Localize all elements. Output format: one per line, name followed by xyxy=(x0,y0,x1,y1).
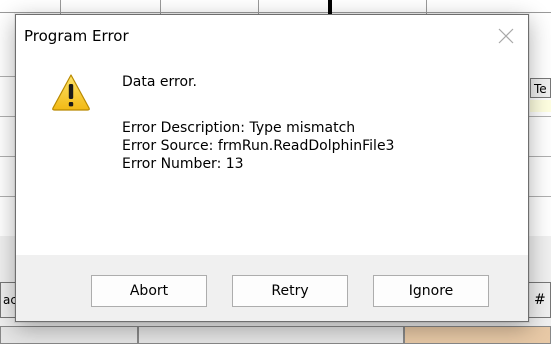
abort-button[interactable]: Abort xyxy=(91,275,207,307)
warning-icon xyxy=(51,73,91,111)
background-tab-active[interactable] xyxy=(404,326,551,344)
grid-line xyxy=(0,76,16,77)
error-description: Error Description: Type mismatch xyxy=(122,120,356,136)
dialog-titlebar[interactable]: Program Error xyxy=(16,15,528,59)
error-number: Error Number: 13 xyxy=(122,156,244,172)
grid-line xyxy=(0,116,16,117)
background-bottom-tabs xyxy=(0,326,551,344)
column-header: Te xyxy=(530,78,551,98)
background-grid-right xyxy=(528,36,551,236)
background-tab[interactable] xyxy=(0,326,138,344)
dialog-title: Program Error xyxy=(24,27,129,45)
background-tab[interactable] xyxy=(138,326,404,344)
retry-button[interactable]: Retry xyxy=(232,275,348,307)
grid-line xyxy=(529,156,551,157)
grid-line xyxy=(529,116,551,117)
error-source: Error Source: frmRun.ReadDolphinFile3 xyxy=(122,138,395,154)
grid-line xyxy=(0,12,551,13)
message-details: Error Description: Type mismatch Error S… xyxy=(122,119,394,173)
background-right-button[interactable]: # xyxy=(527,282,551,318)
grid-line xyxy=(0,156,16,157)
grid-line xyxy=(529,196,551,197)
ignore-button[interactable]: Ignore xyxy=(373,275,489,307)
dialog-button-bar: Abort Retry Ignore xyxy=(16,255,528,321)
error-dialog: Program Error Data error. Error Descript… xyxy=(15,14,529,322)
close-button[interactable] xyxy=(484,15,528,57)
grid-cell-marker xyxy=(328,0,332,14)
highlighted-cell xyxy=(530,100,551,112)
message-title: Data error. xyxy=(122,74,197,90)
close-icon xyxy=(498,28,514,44)
grid-line xyxy=(0,196,16,197)
